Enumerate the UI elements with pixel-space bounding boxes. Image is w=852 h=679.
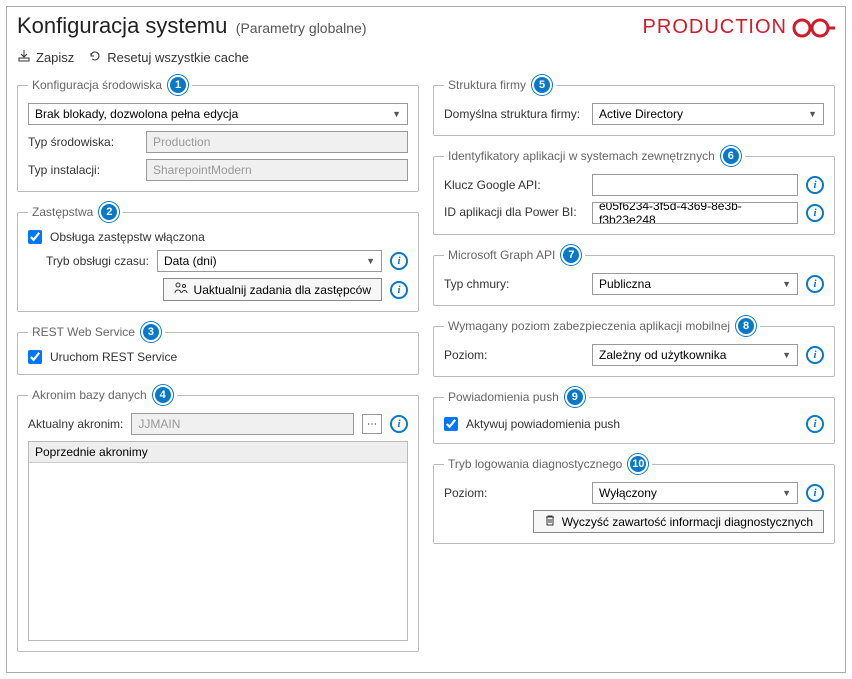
- install-type-label: Typ instalacji:: [28, 163, 138, 177]
- diag-level-select[interactable]: Wyłączony▼: [592, 482, 798, 504]
- default-structure-label: Domyślna struktura firmy:: [444, 107, 584, 121]
- badge-2: 2: [99, 202, 119, 222]
- page-subtitle: (Parametry globalne): [236, 20, 367, 36]
- substitutions-enabled-checkbox[interactable]: [28, 230, 42, 244]
- diagnostic-logging-group: Tryb logowania diagnostycznego10 Poziom:…: [433, 454, 835, 544]
- powerbi-id-label: ID aplikacji dla Power BI:: [444, 206, 584, 219]
- info-icon[interactable]: i: [806, 275, 824, 293]
- info-icon[interactable]: i: [806, 484, 824, 502]
- push-enabled-label: Aktywuj powiadomienia push: [466, 417, 620, 431]
- info-icon[interactable]: i: [390, 252, 408, 270]
- badge-1: 1: [168, 75, 188, 95]
- save-icon: [17, 49, 31, 66]
- save-button[interactable]: Zapisz: [17, 49, 74, 66]
- diag-level-label: Poziom:: [444, 486, 584, 500]
- previous-acronyms-list[interactable]: Poprzednie akronimy: [28, 441, 408, 641]
- info-icon[interactable]: i: [390, 415, 408, 433]
- trash-icon: [544, 514, 556, 529]
- refresh-icon: [88, 49, 102, 66]
- graph-api-group: Microsoft Graph API7 Typ chmury: Publicz…: [433, 245, 835, 306]
- info-icon[interactable]: i: [390, 281, 408, 299]
- clear-diagnostics-button[interactable]: Wyczyść zawartość informacji diagnostycz…: [533, 510, 824, 533]
- env-type-field: Production: [146, 131, 408, 153]
- lock-mode-select[interactable]: Brak blokady, dozwolona pełna edycja▼: [28, 103, 408, 125]
- info-icon[interactable]: i: [806, 204, 824, 222]
- time-mode-select[interactable]: Data (dni)▼: [157, 250, 382, 272]
- info-icon[interactable]: i: [806, 346, 824, 364]
- push-notifications-group: Powiadomienia push9 Aktywuj powiadomieni…: [433, 387, 835, 444]
- badge-8: 8: [736, 316, 756, 336]
- badge-3: 3: [141, 322, 161, 342]
- substitutions-enabled-label: Obsługa zastępstw włączona: [50, 230, 205, 244]
- brand-label: PRODUCTION: [643, 16, 835, 39]
- cloud-type-label: Typ chmury:: [444, 277, 584, 291]
- badge-7: 7: [561, 245, 581, 265]
- rest-service-group: REST Web Service3 Uruchom REST Service: [17, 322, 419, 375]
- security-level-label: Poziom:: [444, 348, 584, 362]
- external-ids-group: Identyfikatory aplikacji w systemach zew…: [433, 146, 835, 235]
- powerbi-id-field[interactable]: e05f6234-3f5d-4369-8e3b-f3b23e248: [592, 202, 798, 224]
- info-icon[interactable]: i: [806, 176, 824, 194]
- current-acronym-label: Aktualny akronim:: [28, 417, 123, 431]
- info-icon[interactable]: i: [806, 415, 824, 433]
- default-structure-select[interactable]: Active Directory▼: [592, 103, 824, 125]
- current-acronym-field: JJMAIN: [131, 413, 354, 435]
- cloud-type-select[interactable]: Publiczna▼: [592, 273, 798, 295]
- badge-5: 5: [532, 75, 552, 95]
- google-api-field[interactable]: [592, 174, 798, 196]
- badge-9: 9: [565, 387, 585, 407]
- page-title: Konfiguracja systemu: [17, 13, 227, 38]
- push-enabled-checkbox[interactable]: [444, 417, 458, 431]
- badge-6: 6: [721, 146, 741, 166]
- update-tasks-button[interactable]: Uaktualnij zadania dla zastępców: [163, 278, 382, 301]
- badge-4: 4: [153, 385, 173, 405]
- rest-enabled-checkbox[interactable]: [28, 350, 42, 364]
- brand-logo-icon: [791, 17, 835, 39]
- badge-10: 10: [628, 454, 648, 474]
- previous-acronyms-header: Poprzednie akronimy: [29, 442, 407, 463]
- ellipsis-button[interactable]: ⋯: [362, 414, 382, 434]
- env-type-label: Typ środowiska:: [28, 135, 138, 149]
- google-api-label: Klucz Google API:: [444, 178, 584, 192]
- rest-enabled-label: Uruchom REST Service: [50, 350, 177, 364]
- reset-cache-button[interactable]: Resetuj wszystkie cache: [88, 49, 249, 66]
- substitutions-group: Zastępstwa2 Obsługa zastępstw włączona T…: [17, 202, 419, 312]
- environment-config-group: Konfiguracja środowiska1 Brak blokady, d…: [17, 75, 419, 192]
- security-level-select[interactable]: Zależny od użytkownika▼: [592, 344, 798, 366]
- install-type-field: SharepointModern: [146, 159, 408, 181]
- mobile-security-group: Wymagany poziom zabezpieczenia aplikacji…: [433, 316, 835, 377]
- company-structure-group: Struktura firmy5 Domyślna struktura firm…: [433, 75, 835, 136]
- time-mode-label: Tryb obsługi czasu:: [46, 254, 149, 268]
- db-acronym-group: Akronim bazy danych4 Aktualny akronim: J…: [17, 385, 419, 652]
- people-icon: [174, 282, 188, 297]
